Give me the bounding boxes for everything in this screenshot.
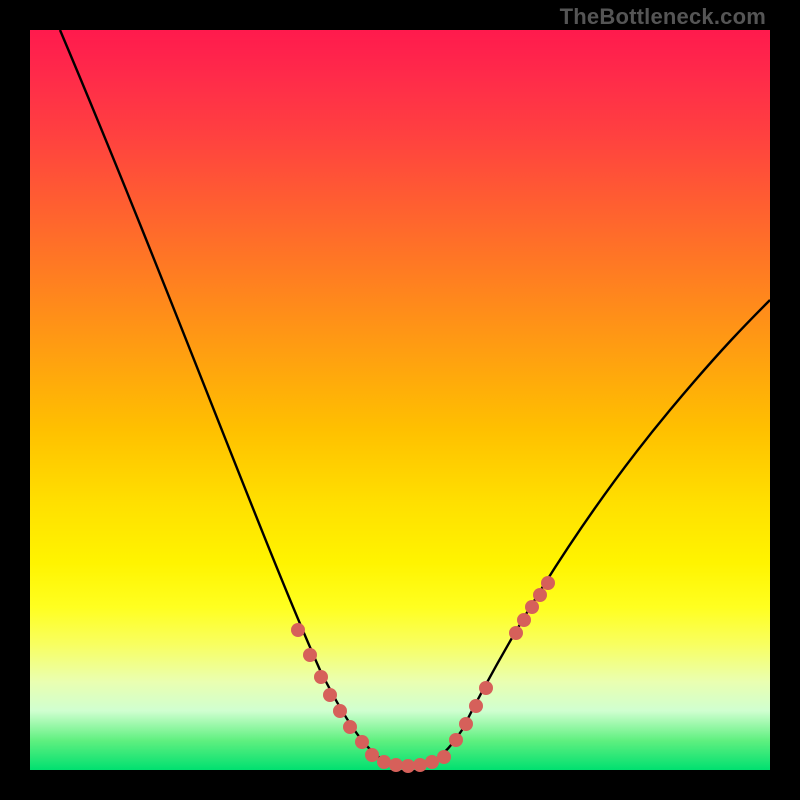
marker-dot (291, 623, 305, 637)
marker-dot (343, 720, 357, 734)
chart-frame: TheBottleneck.com (0, 0, 800, 800)
marker-dot (459, 717, 473, 731)
marker-dot (449, 733, 463, 747)
marker-dot (355, 735, 369, 749)
marker-dot (389, 758, 403, 772)
marker-dot (377, 755, 391, 769)
marker-dot (323, 688, 337, 702)
curve-group (60, 30, 770, 766)
marker-dot (413, 758, 427, 772)
watermark-text: TheBottleneck.com (560, 4, 766, 30)
marker-dot (525, 600, 539, 614)
bottleneck-curve (60, 30, 770, 766)
marker-dot (437, 750, 451, 764)
marker-dot (303, 648, 317, 662)
marker-dot (333, 704, 347, 718)
marker-dot (469, 699, 483, 713)
marker-dot (541, 576, 555, 590)
curve-layer (30, 30, 770, 770)
marker-dot (365, 748, 379, 762)
marker-group (291, 576, 555, 773)
marker-dot (517, 613, 531, 627)
marker-dot (479, 681, 493, 695)
marker-dot (314, 670, 328, 684)
marker-dot (401, 759, 415, 773)
marker-dot (509, 626, 523, 640)
marker-dot (425, 755, 439, 769)
marker-dot (533, 588, 547, 602)
